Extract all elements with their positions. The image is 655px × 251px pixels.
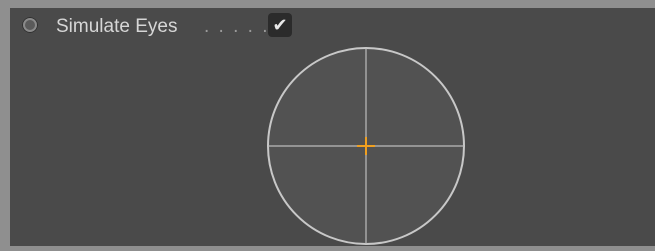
leader-dots: . . . . . (204, 16, 270, 37)
eye-direction-pad[interactable] (266, 46, 466, 246)
checkmark-icon: ✔ (272, 15, 288, 35)
simulate-eyes-row: Simulate Eyes . . . . . ✔ (10, 8, 410, 48)
simulate-eyes-label: Simulate Eyes (56, 16, 178, 37)
eye-direction-graphic (267, 47, 465, 245)
simulate-eyes-panel: Simulate Eyes . . . . . ✔ (10, 8, 655, 246)
animate-radio-button[interactable] (22, 17, 38, 33)
simulate-eyes-checkbox[interactable]: ✔ (268, 13, 292, 37)
